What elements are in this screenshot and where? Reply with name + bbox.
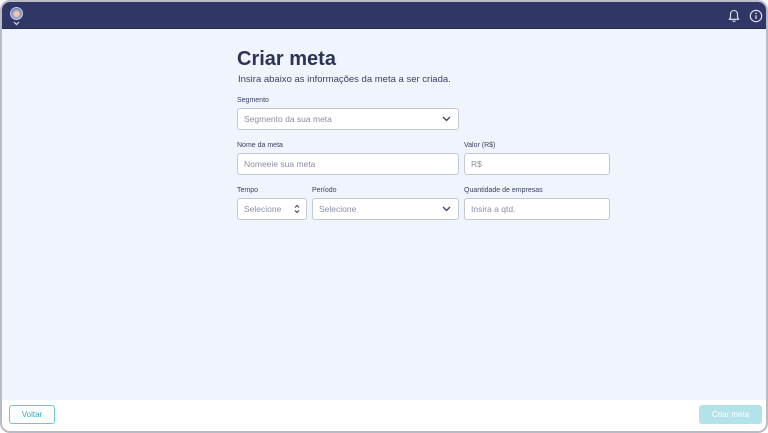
footer-bar: Voltar Criar meta [2, 400, 766, 431]
goal-value-input[interactable]: R$ [464, 153, 610, 175]
bell-icon[interactable] [727, 9, 741, 23]
goal-name-input[interactable]: Nomeeie sua meta [237, 153, 459, 175]
chevron-down-icon[interactable] [13, 21, 20, 26]
user-avatar[interactable] [10, 7, 23, 20]
goal-name-placeholder: Nomeeie sua meta [244, 159, 316, 169]
top-navigation-bar [2, 2, 766, 29]
segment-placeholder: Segmento da sua meta [244, 114, 332, 124]
time-stepper[interactable]: Selecione [237, 198, 307, 220]
chevron-down-icon [442, 116, 451, 122]
segment-label: Segmento [237, 97, 269, 104]
page-title: Criar meta [237, 48, 336, 70]
info-icon[interactable] [749, 9, 763, 23]
time-label: Tempo [237, 187, 259, 194]
period-placeholder: Selecione [319, 204, 357, 214]
companies-placeholder: Insira a qtd. [471, 204, 516, 214]
companies-quantity-input[interactable]: Insira a qtd. [464, 198, 610, 220]
page-subtitle: Insira abaixo as informações da meta a s… [238, 74, 451, 85]
goal-value-label: Valor (R$) [464, 142, 496, 149]
create-goal-button[interactable]: Criar meta [699, 405, 762, 424]
chevron-down-icon [442, 206, 451, 212]
back-button[interactable]: Voltar [9, 405, 55, 424]
goal-value-placeholder: R$ [471, 159, 482, 169]
segment-select[interactable]: Segmento da sua meta [237, 108, 459, 130]
companies-label: Quantidade de empresas [464, 187, 543, 194]
stepper-arrows-icon[interactable] [294, 203, 300, 215]
app-window: Criar meta Insira abaixo as informações … [0, 0, 768, 433]
time-placeholder: Selecione [244, 204, 282, 214]
period-label: Período [312, 187, 337, 194]
goal-name-label: Nome da meta [237, 142, 283, 149]
period-select[interactable]: Selecione [312, 198, 459, 220]
